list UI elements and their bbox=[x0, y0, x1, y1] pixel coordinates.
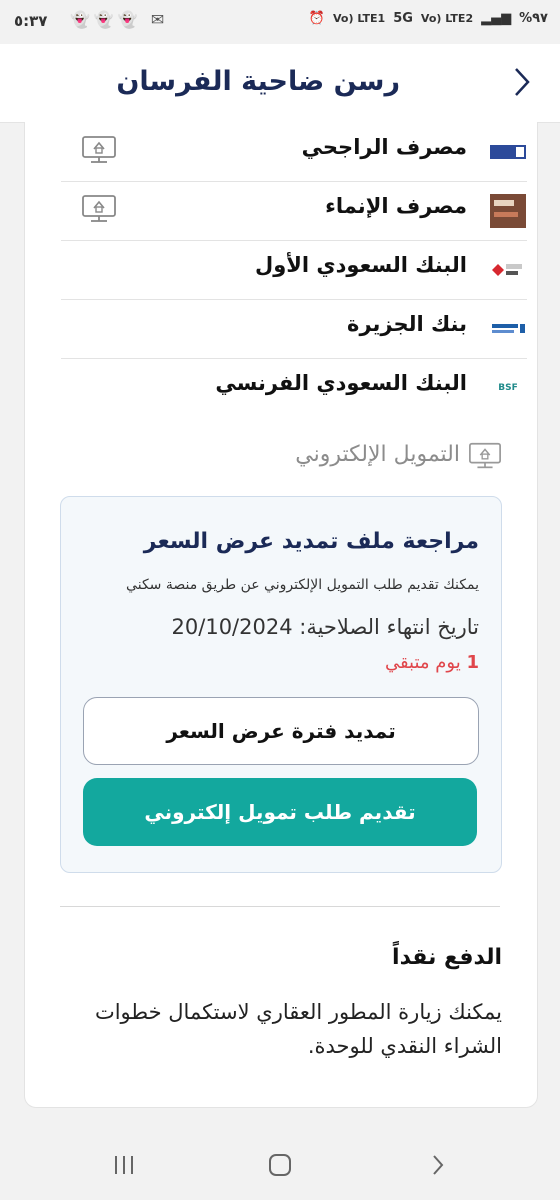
bank-name: البنك السعودي الأول bbox=[254, 253, 467, 277]
back-chevron-icon bbox=[433, 1155, 444, 1175]
status-time: ٥:٣٧ bbox=[14, 12, 48, 30]
system-nav-bar bbox=[0, 1130, 560, 1200]
aljazira-logo bbox=[489, 317, 527, 341]
remaining-count: 1 bbox=[466, 652, 479, 673]
section-title: التمويل الإلكتروني bbox=[295, 442, 460, 467]
alrajhi-logo bbox=[489, 140, 527, 164]
recent-apps-button[interactable] bbox=[104, 1148, 144, 1182]
notification-icons: 👻👻👻 ✉ bbox=[70, 10, 169, 29]
recent-apps-icon bbox=[115, 1156, 133, 1174]
back-button[interactable] bbox=[502, 62, 542, 102]
bank-row[interactable]: البنك السعودي الأول bbox=[61, 240, 527, 300]
online-banking-icon[interactable] bbox=[81, 194, 117, 224]
status-right: ⏰ Vo) LTE1 5G Vo) LTE2 ▂▄▆ %٩٧ bbox=[309, 11, 548, 26]
cash-payment-text: يمكنك زيارة المطور العقاري لاستكمال خطوا… bbox=[94, 1000, 502, 1058]
submit-financing-button[interactable]: تقديم طلب تمويل إلكتروني bbox=[83, 778, 477, 846]
bank-name: مصرف الإنماء bbox=[325, 194, 467, 218]
home-button[interactable] bbox=[260, 1148, 300, 1182]
signal-icon: ▂▄▆ bbox=[481, 11, 512, 26]
expiry-date: تاريخ انتهاء الصلاحية: 20/10/2024 bbox=[172, 615, 479, 639]
price-offer-box: مراجعة ملف تمديد عرض السعر يمكنك تقديم ط… bbox=[60, 496, 502, 873]
bank-row[interactable]: BSF البنك السعودي الفرنسي bbox=[61, 358, 527, 417]
cash-payment-title: الدفع نقداً bbox=[392, 945, 502, 970]
bank-name: البنك السعودي الفرنسي bbox=[215, 371, 467, 395]
expiry-value: 20/10/2024 bbox=[171, 615, 293, 639]
online-banking-icon[interactable] bbox=[81, 135, 117, 165]
bank-row[interactable]: بنك الجزيرة bbox=[61, 299, 527, 359]
home-icon bbox=[269, 1154, 291, 1176]
bsf-logo: BSF bbox=[489, 376, 527, 400]
chevron-right-icon bbox=[515, 68, 530, 96]
box-title: مراجعة ملف تمديد عرض السعر bbox=[143, 529, 479, 554]
bank-name: بنك الجزيرة bbox=[347, 312, 467, 336]
divider bbox=[60, 906, 500, 907]
battery-label: %٩٧ bbox=[519, 11, 548, 26]
bsf-logo-text: BSF bbox=[498, 383, 518, 393]
bank-row[interactable]: مصرف الإنماء bbox=[61, 181, 527, 241]
app-header: رسن ضاحية الفرسان bbox=[0, 44, 560, 123]
network2-label: 5G bbox=[393, 11, 413, 26]
remaining-days: 1 يوم متبقي bbox=[385, 652, 479, 673]
back-nav-button[interactable] bbox=[418, 1148, 458, 1182]
box-description: يمكنك تقديم طلب التمويل الإلكتروني عن طر… bbox=[126, 577, 479, 593]
expiry-label: تاريخ انتهاء الصلاحية: bbox=[299, 615, 479, 639]
network1-label: Vo) LTE1 bbox=[333, 12, 386, 25]
online-banking-icon bbox=[469, 442, 501, 469]
remaining-label: يوم متبقي bbox=[384, 652, 461, 673]
status-bar: ٥:٣٧ 👻👻👻 ✉ ⏰ Vo) LTE1 5G Vo) LTE2 ▂▄▆ %٩… bbox=[0, 0, 560, 44]
network3-label: Vo) LTE2 bbox=[420, 12, 474, 25]
bank-row[interactable]: مصرف الراجحي bbox=[61, 122, 527, 182]
sab-logo bbox=[489, 258, 527, 282]
alarm-icon: ⏰ bbox=[308, 11, 325, 26]
extend-offer-button[interactable]: تمديد فترة عرض السعر bbox=[83, 697, 479, 765]
page-title: رسن ضاحية الفرسان bbox=[116, 66, 400, 97]
bank-name: مصرف الراجحي bbox=[301, 135, 467, 159]
alinma-logo bbox=[489, 193, 527, 229]
